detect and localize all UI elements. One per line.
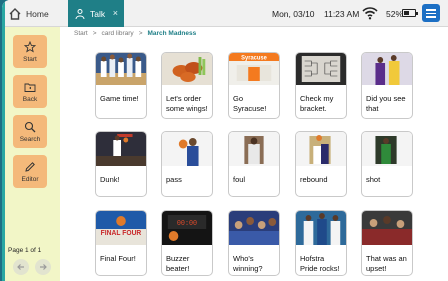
dunk-photo <box>96 132 146 166</box>
folder-back-icon <box>24 83 36 92</box>
card-label: Hofstra Pride rocks! <box>300 254 340 273</box>
wifi-icon <box>362 7 378 20</box>
shot-photo <box>362 132 412 166</box>
card-label: Dunk! <box>100 175 120 184</box>
search-button[interactable]: Search <box>13 115 47 148</box>
search-icon <box>24 121 36 132</box>
syracuse-photo: Syracuse <box>229 53 279 85</box>
card-hofstra[interactable]: Hofstra Pride rocks! <box>295 210 347 276</box>
top-bar: Home Talk × Mon, 03/10 11:23 AM 52% <box>2 0 448 27</box>
svg-text:00:00: 00:00 <box>177 220 197 228</box>
battery-percent: 52% <box>386 8 404 19</box>
home-icon <box>9 7 21 20</box>
card-label: Check my bracket. <box>300 94 334 113</box>
tab-talk-label: Talk <box>90 8 106 19</box>
menu-button[interactable] <box>422 4 440 22</box>
prev-page-button[interactable] <box>13 259 29 275</box>
card-buzzer-beater[interactable]: 00:00 Buzzer beater! <box>161 210 213 276</box>
arrow-left-icon <box>17 264 24 270</box>
tab-home-label: Home <box>26 8 49 19</box>
breadcrumb-library[interactable]: card library <box>102 30 134 37</box>
tab-talk[interactable]: Talk × <box>68 0 124 27</box>
status-date: Mon, 03/10 <box>272 8 315 19</box>
start-label: Start <box>23 55 37 63</box>
breadcrumb-current: March Madness <box>147 30 197 37</box>
hofstra-photo <box>296 211 346 245</box>
card-bracket[interactable]: Check my bracket. <box>295 52 347 119</box>
card-upset[interactable]: That was an upset! <box>361 210 413 276</box>
card-whos-winning[interactable]: Who's winning? <box>228 210 280 276</box>
editor-label: Editor <box>21 175 39 183</box>
tab-home[interactable]: Home <box>8 0 66 27</box>
foul-photo <box>229 132 279 166</box>
back-label: Back <box>22 95 38 103</box>
card-wings[interactable]: Let's order some wings! <box>161 52 213 119</box>
card-foul[interactable]: foul <box>228 131 280 197</box>
device-screen: Home Talk × Mon, 03/10 11:23 AM 52% Star… <box>2 0 448 281</box>
status-time: 11:23 AM <box>324 8 360 19</box>
card-label: shot <box>366 175 381 184</box>
card-dunk[interactable]: Dunk! <box>95 131 147 197</box>
card-label: Let's order some wings! <box>166 94 208 113</box>
card-label: foul <box>233 175 246 184</box>
arrow-right-icon <box>40 264 47 270</box>
start-button[interactable]: Start <box>13 35 47 68</box>
card-label: Game time! <box>100 94 139 103</box>
final-four-photo: FINAL FOUR <box>96 211 146 245</box>
crowd-photo <box>229 211 279 245</box>
upset-photo <box>362 211 412 245</box>
pencil-icon <box>25 161 35 172</box>
breadcrumb-separator: > <box>92 30 97 37</box>
sidebar: Start Back Search Editor Page 1 of 1 <box>5 27 60 281</box>
bracket-photo <box>296 53 346 85</box>
svg-text:Syracuse: Syracuse <box>241 55 267 61</box>
close-icon[interactable]: × <box>113 8 118 18</box>
pass-photo <box>162 132 212 166</box>
back-button[interactable]: Back <box>13 75 47 108</box>
card-label: pass <box>166 175 182 184</box>
next-page-button[interactable] <box>35 259 51 275</box>
breadcrumb-separator: > <box>138 30 143 37</box>
card-label: Who's winning? <box>233 254 263 273</box>
card-label: Buzzer beater! <box>166 254 190 273</box>
rebound-photo <box>296 132 346 166</box>
breadcrumb-start[interactable]: Start <box>74 30 88 37</box>
page-indicator: Page 1 of 1 <box>8 247 42 254</box>
card-did-you-see[interactable]: Did you see that <box>361 52 413 119</box>
card-label: That was an upset! <box>366 254 407 273</box>
card-pass[interactable]: pass <box>161 131 213 197</box>
card-label: rebound <box>300 175 328 184</box>
player-photo <box>362 53 412 85</box>
basketball-team-photo <box>96 53 146 85</box>
card-label: Did you see that <box>366 94 406 113</box>
svg-text:FINAL FOUR: FINAL FOUR <box>101 230 142 237</box>
card-syracuse[interactable]: Syracuse Go Syracuse! <box>228 52 280 119</box>
search-label: Search <box>19 135 41 143</box>
wings-photo <box>162 53 212 85</box>
battery-icon <box>402 9 418 17</box>
editor-button[interactable]: Editor <box>13 155 47 188</box>
card-game-time[interactable]: Game time! <box>95 52 147 119</box>
scoreboard-photo: 00:00 <box>162 211 212 245</box>
breadcrumb: Start > card library > March Madness <box>74 30 196 37</box>
talk-icon <box>75 8 85 19</box>
star-icon <box>24 40 36 52</box>
card-label: Go Syracuse! <box>233 94 267 113</box>
card-label: Final Four! <box>100 254 136 263</box>
card-rebound[interactable]: rebound <box>295 131 347 197</box>
card-shot[interactable]: shot <box>361 131 413 197</box>
card-final-four[interactable]: FINAL FOUR Final Four! <box>95 210 147 276</box>
